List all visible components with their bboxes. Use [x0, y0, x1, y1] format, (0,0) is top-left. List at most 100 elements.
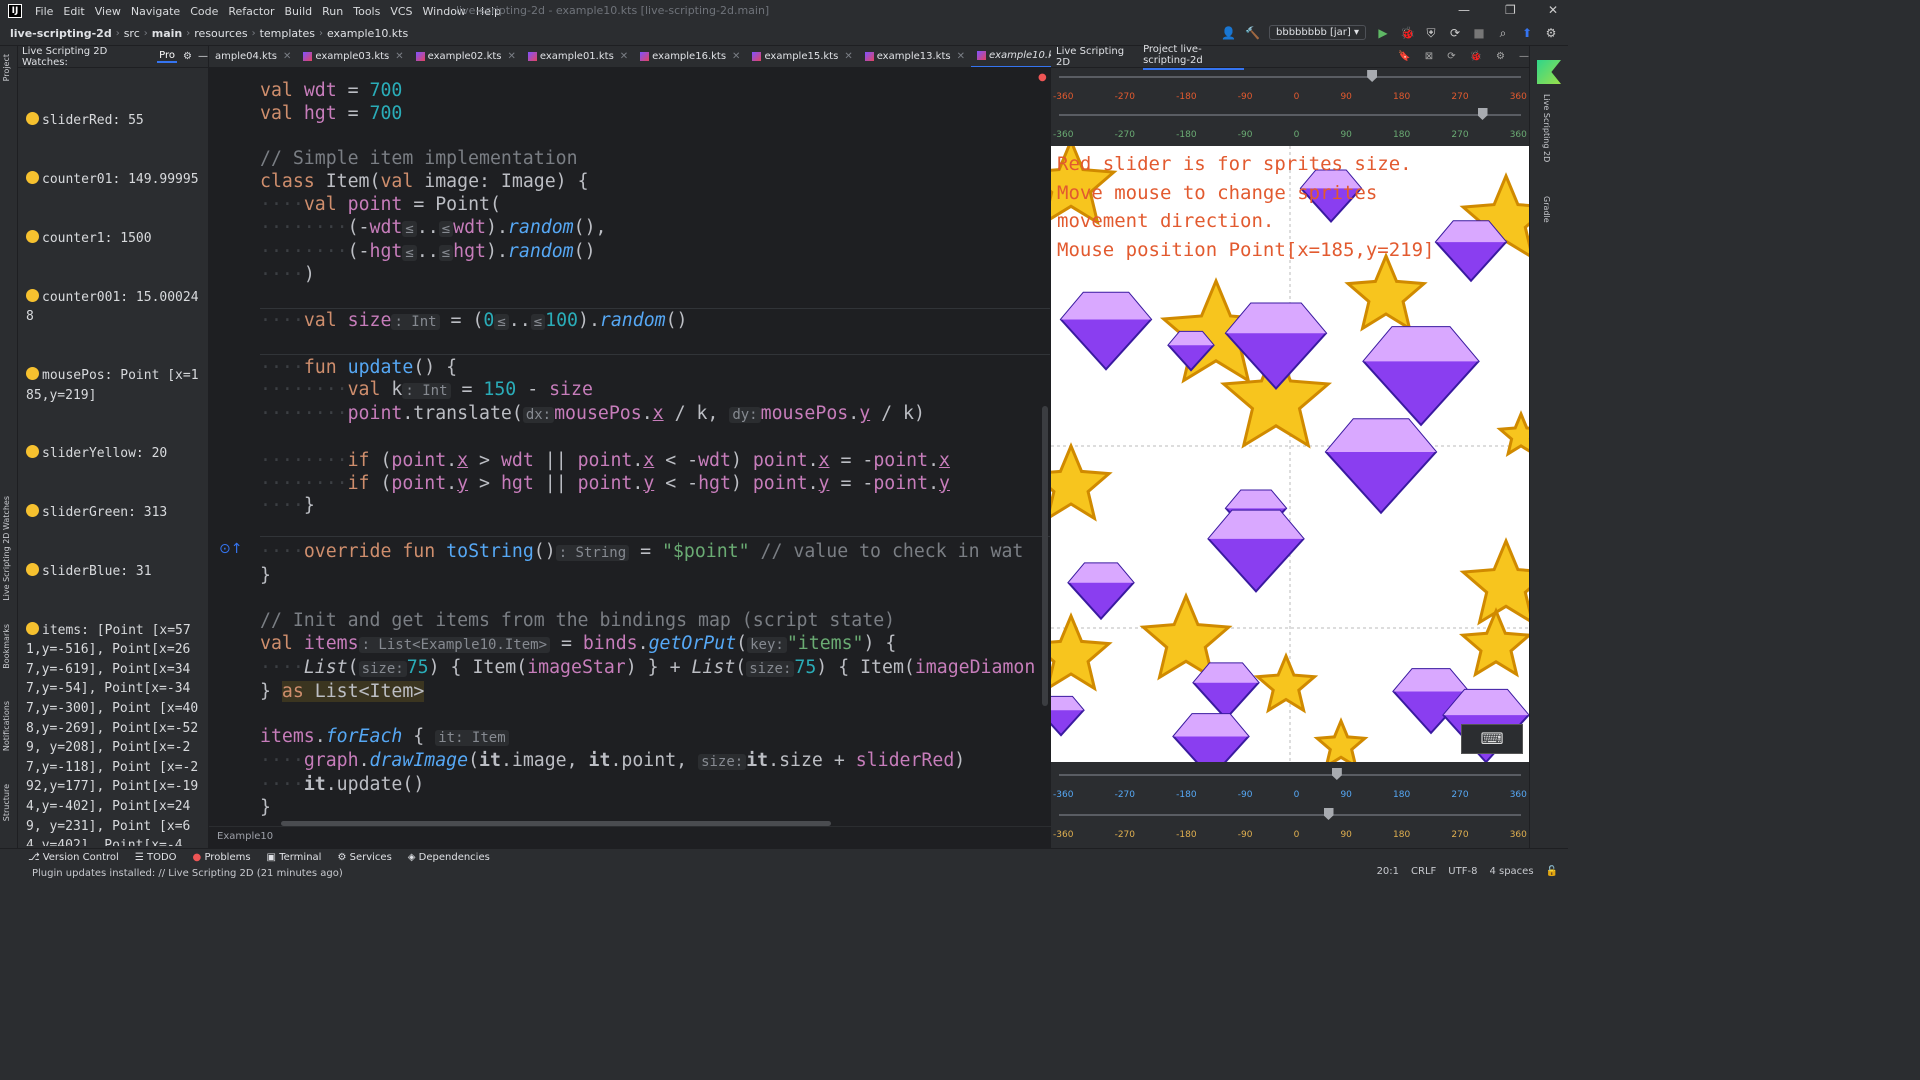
lock-icon[interactable]: 🔓: [1546, 866, 1558, 877]
menu-navigate[interactable]: Navigate: [126, 5, 185, 18]
problems-tool[interactable]: ● Problems: [193, 852, 251, 863]
watches-project-tab[interactable]: Pro: [157, 50, 178, 63]
slider-thumb[interactable]: [1367, 70, 1378, 82]
star-sprite: [1496, 410, 1529, 457]
debug-icon[interactable]: 🐞: [1400, 26, 1415, 40]
tab-example13[interactable]: example13.kts ✕: [859, 46, 971, 67]
smiley-icon: [26, 288, 39, 302]
hide-icon[interactable]: —: [198, 51, 208, 62]
sprite-canvas[interactable]: Red slider is for sprites size. Move mou…: [1051, 146, 1529, 762]
services-tool[interactable]: ⚙ Services: [337, 852, 391, 863]
live-scripting-logo-icon[interactable]: [1537, 60, 1561, 84]
tab-example15[interactable]: example15.kts ✕: [746, 46, 858, 67]
menu-code[interactable]: Code: [185, 5, 223, 18]
menu-build[interactable]: Build: [280, 5, 318, 18]
menu-edit[interactable]: Edit: [58, 5, 89, 18]
close-icon[interactable]: ✕: [957, 46, 965, 67]
slider-yellow[interactable]: -360 -270 -180 -90 0 90 180 270 360: [1051, 808, 1529, 846]
kotlin-file-icon: [864, 52, 874, 61]
breadcrumb-templates[interactable]: templates: [260, 27, 315, 40]
breadcrumb-main[interactable]: main: [152, 27, 183, 40]
live-scripting-tool-button[interactable]: Live Scripting 2D: [1542, 94, 1551, 162]
maximize-icon[interactable]: ❐: [1505, 3, 1516, 17]
tab-example04[interactable]: ample04.kts ✕: [209, 46, 297, 67]
user-icon[interactable]: 👤: [1221, 26, 1236, 40]
slider-red[interactable]: -360 -270 -180 -90 0 90 180 270 360: [1051, 70, 1529, 108]
terminal-tool[interactable]: ▣ Terminal: [267, 852, 322, 863]
slider-thumb[interactable]: [1477, 108, 1488, 120]
bug-icon[interactable]: 🐞: [1470, 51, 1482, 62]
close-icon[interactable]: ✕: [732, 46, 740, 67]
override-marker-icon[interactable]: ⊙↑: [219, 541, 242, 557]
watches-header: Live Scripting 2D Watches: Pro ⚙ —: [18, 46, 208, 68]
profile-icon[interactable]: ⟳: [1448, 26, 1462, 40]
run-config-select[interactable]: bbbbbbbb [jar] ▾: [1269, 25, 1366, 40]
tab-example10[interactable]: example10.kts✕: [970, 46, 1051, 67]
stop-icon[interactable]: ■: [1472, 26, 1486, 40]
code-line: ····graph.drawImage(it.image, it.point, …: [260, 750, 966, 772]
file-encoding[interactable]: UTF-8: [1448, 866, 1477, 877]
hide-icon[interactable]: —: [1519, 51, 1529, 62]
frame-icon[interactable]: ⊠: [1425, 51, 1433, 62]
dependencies-tool[interactable]: ◈ Dependencies: [408, 852, 490, 863]
search-icon[interactable]: ⌕: [1496, 26, 1510, 40]
caret-position[interactable]: 20:1: [1377, 866, 1399, 877]
tab-example02[interactable]: example02.kts ✕: [410, 46, 522, 67]
close-icon[interactable]: ✕: [283, 46, 291, 67]
menu-refactor[interactable]: Refactor: [223, 5, 279, 18]
notifications-tool-button[interactable]: Notifications: [2, 701, 11, 751]
bookmarks-tool-button[interactable]: Bookmarks: [2, 624, 11, 669]
close-icon[interactable]: ✕: [395, 46, 403, 67]
update-icon[interactable]: ⬆: [1520, 26, 1534, 40]
indent-setting[interactable]: 4 spaces: [1489, 866, 1533, 877]
breadcrumb-src[interactable]: src: [124, 27, 140, 40]
refresh-icon[interactable]: ⟳: [1447, 51, 1455, 62]
close-icon[interactable]: ✕: [620, 46, 628, 67]
coverage-icon[interactable]: ⛨: [1424, 26, 1438, 40]
menu-run[interactable]: Run: [317, 5, 348, 18]
line-separator[interactable]: CRLF: [1411, 866, 1436, 877]
todo-tool[interactable]: ☰ TODO: [135, 852, 177, 863]
minimize-icon[interactable]: —: [1458, 3, 1470, 17]
run-icon[interactable]: ▶: [1376, 26, 1390, 40]
slider-blue[interactable]: -360 -270 -180 -90 0 90 180 270 360: [1051, 768, 1529, 806]
vertical-scrollbar[interactable]: [1042, 406, 1048, 706]
slider-green[interactable]: -360 -270 -180 -90 0 90 180 270 360: [1051, 108, 1529, 146]
menu-view[interactable]: View: [90, 5, 126, 18]
slider-thumb[interactable]: [1323, 808, 1334, 820]
gear-icon[interactable]: ⚙: [1496, 51, 1505, 62]
code-line: ····val size: Int = (0 ≤.. ≤100).random(): [260, 309, 688, 331]
keyboard-icon[interactable]: ⌨: [1461, 724, 1523, 754]
settings-gear-icon[interactable]: ⚙: [1544, 26, 1558, 40]
breadcrumb-resources[interactable]: resources: [194, 27, 247, 40]
editor-breadcrumb[interactable]: Example10: [209, 826, 1051, 848]
slider-thumb[interactable]: [1331, 768, 1342, 780]
version-control-tool[interactable]: ⎇ Version Control: [28, 852, 119, 863]
close-icon[interactable]: ✕: [508, 46, 516, 67]
breadcrumb-project[interactable]: live-scripting-2d: [10, 27, 112, 40]
code-text[interactable]: val wdt = 700 val hgt = 700 // Simple ite…: [260, 80, 1035, 820]
tab-example03[interactable]: example03.kts ✕: [297, 46, 409, 67]
tab-live-scripting[interactable]: Live Scripting 2D: [1056, 46, 1129, 68]
tab-example16[interactable]: example16.kts ✕: [634, 46, 746, 67]
status-message[interactable]: Plugin updates installed: // Live Script…: [32, 868, 343, 879]
breadcrumb-file[interactable]: example10.kts: [327, 27, 408, 40]
gradle-tool-button[interactable]: Gradle: [1542, 196, 1551, 223]
menu-file[interactable]: File: [30, 5, 58, 18]
build-hammer-icon[interactable]: 🔨: [1245, 26, 1260, 40]
tab-project-live-scripting[interactable]: Project live-scripting-2d: [1143, 44, 1245, 70]
project-tool-button[interactable]: Project: [2, 54, 11, 81]
bookmark-icon[interactable]: 🔖: [1398, 51, 1410, 62]
error-indicator-icon[interactable]: ●: [1038, 72, 1047, 83]
tab-example01[interactable]: example01.kts ✕: [522, 46, 634, 67]
menu-tools[interactable]: Tools: [348, 5, 385, 18]
menu-vcs[interactable]: VCS: [385, 5, 417, 18]
close-icon[interactable]: ✕: [844, 46, 852, 67]
code-line: } as List<Item>: [260, 680, 425, 702]
close-icon[interactable]: ✕: [1548, 3, 1558, 17]
structure-tool-button[interactable]: Structure: [2, 784, 11, 821]
watches-tool-button[interactable]: Live Scripting 2D Watches: [2, 496, 11, 601]
gear-icon[interactable]: ⚙: [183, 51, 192, 62]
ruler-tick-label: 0: [1293, 130, 1300, 140]
ruler-tick-label: 270: [1451, 130, 1469, 140]
